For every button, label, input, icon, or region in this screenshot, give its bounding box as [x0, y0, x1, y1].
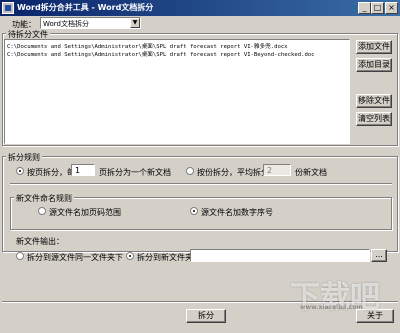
split-by-part-radio[interactable] [186, 167, 194, 175]
name-page-range-label: 源文件名加页码范围 [49, 208, 121, 217]
naming-rule-legend: 新文件命名规则 [14, 193, 74, 204]
maximize-button[interactable]: □ [371, 2, 384, 14]
split-by-page-label: 按页拆分，每 [27, 168, 75, 177]
chevron-down-icon[interactable]: ▼ [130, 18, 140, 28]
clear-list-button[interactable]: 清空列表 [356, 112, 392, 126]
split-by-part-suffix: 份新文档 [295, 168, 327, 177]
list-item[interactable]: C:\Documents and Settings\Administrator\… [7, 42, 288, 50]
split-by-page-suffix: 页拆分为一个新文档 [99, 168, 171, 177]
pages-per-doc-value: 1 [75, 166, 81, 175]
file-list[interactable]: C:\Documents and Settings\Administrator\… [4, 39, 350, 144]
function-select[interactable]: Word文档拆分 ▼ [40, 17, 141, 29]
add-directory-button[interactable]: 添加目录 [356, 58, 392, 72]
parts-count-value: 2 [267, 166, 273, 175]
app-icon [2, 2, 14, 14]
close-button[interactable]: × [385, 2, 398, 14]
output-same-folder-label: 拆分到源文件同一文件夹下 [27, 253, 123, 262]
list-item[interactable]: C:\Documents and Settings\Administrator\… [7, 50, 315, 58]
function-select-value: Word文档拆分 [43, 20, 89, 28]
name-page-range-radio[interactable] [38, 207, 46, 215]
name-serial-radio[interactable] [190, 207, 198, 215]
pages-per-doc-input[interactable]: 1 [71, 164, 95, 176]
output-new-folder-radio[interactable] [126, 252, 134, 260]
window-title: Word拆分合并工具 - Word文档拆分 [17, 3, 154, 12]
browse-button[interactable]: ... [371, 249, 387, 262]
add-file-button[interactable]: 添加文件 [356, 40, 392, 54]
output-label: 新文件输出： [16, 237, 64, 246]
output-folder-input[interactable] [190, 249, 370, 262]
split-by-page-radio[interactable] [16, 167, 24, 175]
minimize-button[interactable]: _ [358, 2, 371, 14]
split-rule-legend: 拆分规则 [6, 152, 42, 163]
output-same-folder-radio[interactable] [16, 252, 24, 260]
name-serial-label: 源文件名加数字序号 [201, 208, 273, 217]
split-button[interactable]: 拆分 [186, 309, 226, 323]
watermark-url: www.xiazaiba.com [300, 304, 363, 311]
divider [10, 183, 392, 185]
remove-file-button[interactable]: 移除文件 [356, 94, 392, 108]
parts-count-input[interactable]: 2 [263, 164, 291, 176]
